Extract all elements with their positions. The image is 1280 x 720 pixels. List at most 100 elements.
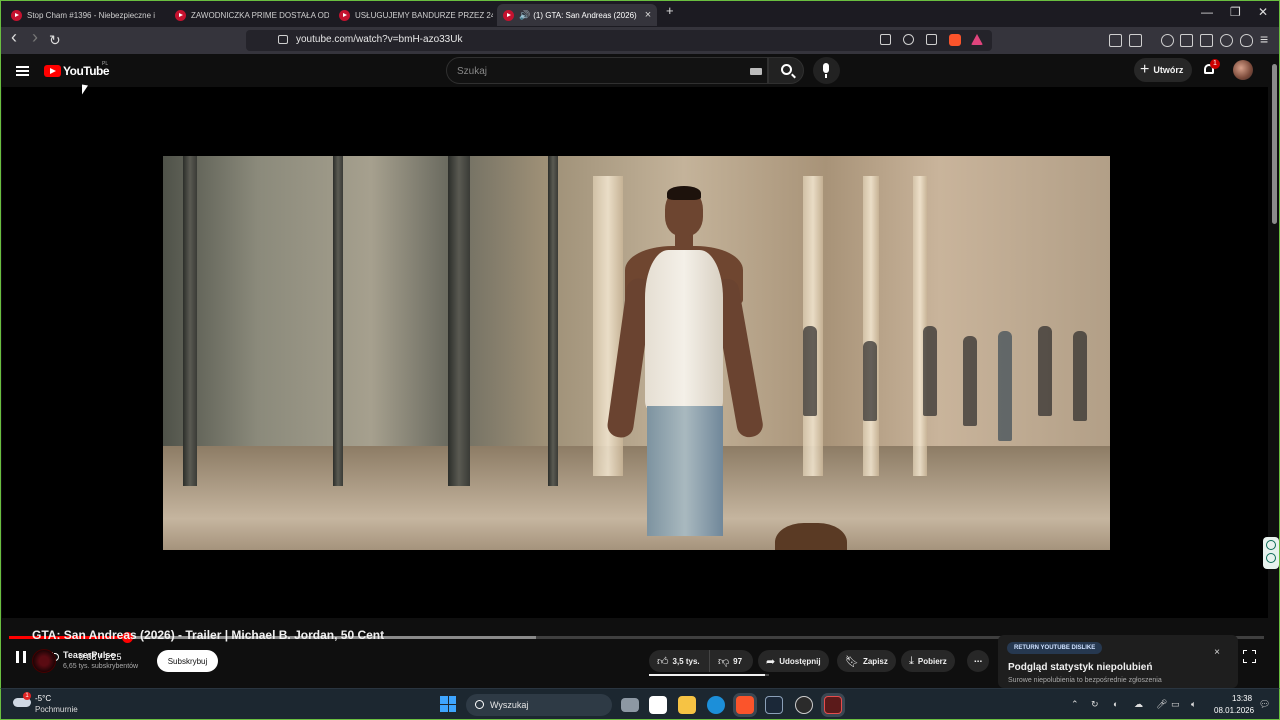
pause-icon[interactable]	[16, 651, 26, 663]
youtube-logo-icon[interactable]	[44, 65, 61, 77]
weather-icon[interactable]: 1	[13, 692, 33, 710]
start-windows-icon[interactable]	[440, 696, 456, 712]
zoom-icon[interactable]	[903, 34, 914, 45]
speaker-volume-icon[interactable]: 🔈︎	[1191, 699, 1196, 710]
recording-app-icon[interactable]	[824, 696, 842, 714]
close-panel-icon[interactable]: ×	[1214, 647, 1220, 658]
task-view-icon[interactable]	[621, 698, 639, 712]
search-icon	[781, 64, 792, 75]
tab-close-icon[interactable]: ×	[637, 9, 651, 21]
tray-app-icon[interactable]: ◐	[1113, 699, 1118, 709]
brave-shields-icon[interactable]	[949, 34, 961, 46]
video-scene-column	[863, 176, 879, 476]
edge-browser-icon[interactable]	[707, 696, 725, 714]
save-button[interactable]: 🔖︎ Zapisz	[837, 650, 896, 672]
extension-tag: RETURN YOUTUBE DISLIKE	[1007, 642, 1103, 654]
download-button[interactable]: ⤓ Pobierz	[901, 650, 955, 672]
share-icon[interactable]	[926, 34, 937, 45]
browser-toolbar: ‹ › ↻ youtube.com/watch?v=bmH-azo33Uk ≡	[0, 27, 1280, 54]
notifications-button[interactable]: 1	[1202, 59, 1220, 76]
extensions-icon[interactable]	[1109, 34, 1122, 47]
media-icon[interactable]	[1161, 34, 1174, 47]
steam-icon[interactable]	[765, 696, 783, 714]
mouse-cursor-icon	[82, 84, 88, 96]
guide-menu-icon[interactable]	[16, 66, 29, 76]
epic-launcher-icon[interactable]	[795, 696, 813, 714]
like-ratio-fill	[649, 674, 766, 676]
youtube-favicon-icon	[11, 9, 22, 21]
new-tab-button[interactable]: +	[666, 3, 674, 18]
clock-date[interactable]: 08.01.2026	[1214, 706, 1254, 715]
weather-temperature[interactable]: -5°C	[35, 694, 51, 703]
search-button[interactable]	[768, 57, 804, 84]
file-explorer-icon[interactable]	[678, 696, 696, 714]
video-frame[interactable]	[163, 156, 1110, 550]
like-button[interactable]: 👍︎ 3,5 tys.	[649, 650, 709, 672]
dislike-button[interactable]: 👎︎ 97	[709, 650, 753, 672]
more-actions-button[interactable]: ⋯	[967, 650, 989, 672]
close-circle-icon[interactable]	[1266, 540, 1276, 550]
notification-center-icon[interactable]: 💬︎	[1259, 699, 1270, 710]
browser-tab[interactable]: Stop Cham #1396 - Niebezpieczne i	[5, 4, 165, 26]
forward-button[interactable]: ›	[32, 28, 38, 46]
sidebar-icon[interactable]	[1180, 34, 1193, 47]
tab-title: Stop Cham #1396 - Niebezpieczne i	[27, 10, 156, 20]
brave-browser-icon[interactable]	[736, 696, 754, 714]
side-floating-buttons[interactable]	[1263, 537, 1279, 569]
download-label: Pobierz	[917, 656, 947, 666]
tab-title: (1) GTA: San Andreas (2026)	[533, 10, 637, 20]
search-input[interactable]	[457, 64, 737, 78]
video-scene-floor	[163, 446, 1110, 550]
tray-overflow-icon[interactable]: ⌃	[1071, 699, 1079, 710]
channel-avatar[interactable]	[32, 649, 56, 673]
cloud-icon[interactable]: ☁	[1134, 699, 1143, 710]
share-button[interactable]: ➦ Udostępnij	[758, 650, 829, 672]
maximize-button[interactable]: ❐	[1230, 5, 1241, 19]
brave-rewards-icon[interactable]	[971, 34, 983, 45]
video-player[interactable]: 0:08 / 1:25 HD	[2, 87, 1268, 663]
open-external-icon[interactable]	[880, 34, 891, 45]
address-bar[interactable]: youtube.com/watch?v=bmH-azo33Uk	[246, 30, 992, 51]
video-scene-passerby	[963, 336, 977, 426]
leo-ai-icon[interactable]	[1220, 34, 1233, 47]
weather-condition[interactable]: Pochmurnie	[35, 705, 78, 714]
site-settings-icon[interactable]	[278, 35, 288, 44]
youtube-favicon-icon	[175, 9, 186, 21]
vpn-shield-icon[interactable]	[1240, 34, 1253, 47]
account-avatar[interactable]	[1233, 60, 1253, 80]
fullscreen-icon[interactable]	[1243, 650, 1256, 663]
search-box[interactable]	[446, 57, 768, 84]
bookmark-save-icon: 🔖︎	[845, 655, 859, 668]
wallet-icon[interactable]	[1200, 34, 1213, 47]
network-icon[interactable]: ▭	[1171, 699, 1180, 710]
keyboard-icon[interactable]	[750, 68, 762, 75]
minimize-button[interactable]: —	[1201, 5, 1213, 19]
scrollbar-thumb[interactable]	[1272, 64, 1277, 224]
menu-icon[interactable]: ≡	[1260, 30, 1268, 48]
microsoft-store-icon[interactable]	[649, 696, 667, 714]
weather-alert-badge: 1	[23, 692, 31, 700]
share-label: Udostępnij	[779, 656, 821, 666]
taskbar-search[interactable]: Wyszukaj	[466, 694, 612, 716]
back-button[interactable]: ‹	[11, 28, 17, 46]
reload-button[interactable]: ↻	[49, 31, 61, 49]
video-scene-window-frame	[183, 156, 197, 486]
browser-tab-active[interactable]: 🔊 (1) GTA: San Andreas (2026) ×	[497, 4, 657, 26]
ai-assistant-icon[interactable]	[1266, 553, 1276, 563]
browser-tab[interactable]: USŁUGUJEMY BANDURZE PRZEZ 24!	[333, 4, 493, 26]
create-button[interactable]: + Utwórz	[1134, 58, 1192, 82]
like-count: 3,5 tys.	[672, 656, 700, 666]
thumbs-up-icon: 👍︎	[657, 655, 669, 668]
clock-time[interactable]: 13:38	[1232, 694, 1252, 703]
save-label: Zapisz	[862, 656, 888, 666]
close-window-button[interactable]: ✕	[1258, 5, 1268, 19]
screenshot-icon[interactable]	[1129, 34, 1142, 47]
dislike-stats-panel: RETURN YOUTUBE DISLIKE × Podgląd statyst…	[998, 635, 1238, 688]
voice-search-button[interactable]	[813, 57, 840, 84]
subscribe-button[interactable]: Subskrybuj	[157, 650, 218, 672]
microphone-icon[interactable]: 🎤︎	[1156, 699, 1167, 710]
page-scrollbar[interactable]	[1269, 54, 1279, 720]
browser-tab[interactable]: ZAWODNICZKA PRIME DOSTAŁA OD	[169, 4, 329, 26]
sync-icon[interactable]: ↻	[1091, 699, 1099, 710]
channel-name[interactable]: TeaserPulse	[63, 650, 115, 660]
